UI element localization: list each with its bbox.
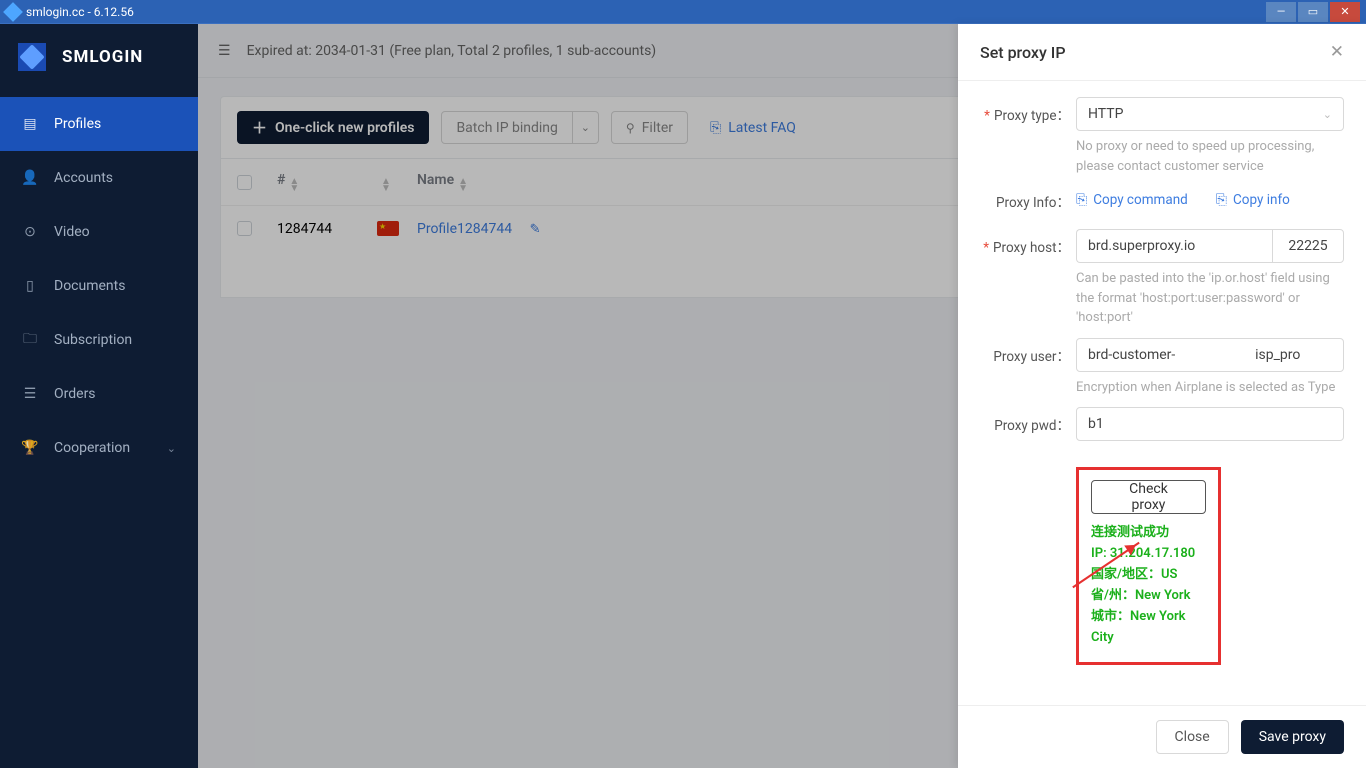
drawer-close-button[interactable]: ✕ — [1330, 42, 1344, 62]
proxy-type-select[interactable]: HTTP ⌄ — [1076, 97, 1344, 131]
proxy-host-label: Proxy host： — [993, 240, 1070, 256]
sidebar-item-label: Orders — [54, 386, 96, 402]
brand-name: SMLOGIN — [62, 47, 143, 67]
sidebar: SMLOGIN ▤ Profiles 👤 Accounts ⊙ Video ▯ … — [0, 24, 198, 768]
profiles-icon: ▤ — [22, 116, 38, 132]
sidebar-item-profiles[interactable]: ▤ Profiles — [0, 97, 198, 151]
copy-info-link[interactable]: ⎘Copy info — [1216, 188, 1290, 211]
logo: SMLOGIN — [0, 24, 198, 89]
proxy-host-input[interactable] — [1076, 229, 1272, 263]
proxy-pwd-label: Proxy pwd： — [994, 418, 1070, 434]
proxy-user-label: Proxy user： — [993, 349, 1070, 365]
check-proxy-result: Check proxy 连接测试成功 IP: 31.204.17.180 国家/… — [1076, 467, 1221, 665]
accounts-icon: 👤 — [22, 170, 38, 186]
copy-icon: ⎘ — [1076, 192, 1087, 208]
proxy-drawer: Set proxy IP ✕ *Proxy type： HTTP ⌄ No pr… — [958, 24, 1366, 768]
proxy-pwd-input[interactable] — [1076, 407, 1344, 441]
drawer-close-footer-button[interactable]: Close — [1156, 720, 1229, 754]
sidebar-item-label: Video — [54, 224, 90, 240]
chevron-down-icon: ⌄ — [167, 442, 176, 455]
copy-command-link[interactable]: ⎘Copy command — [1076, 188, 1188, 211]
save-proxy-button[interactable]: Save proxy — [1241, 720, 1344, 754]
drawer-title: Set proxy IP — [980, 43, 1066, 62]
subscription-icon: 🗀 — [22, 332, 38, 348]
proxy-info-label: Proxy Info： — [996, 195, 1070, 211]
proxy-port-input[interactable] — [1272, 229, 1344, 263]
chevron-down-icon: ⌄ — [1323, 108, 1332, 121]
documents-icon: ▯ — [22, 278, 38, 294]
sidebar-item-orders[interactable]: ☰ Orders — [0, 367, 198, 421]
sidebar-item-subscription[interactable]: 🗀 Subscription — [0, 313, 198, 367]
sidebar-item-video[interactable]: ⊙ Video — [0, 205, 198, 259]
sidebar-item-label: Profiles — [54, 116, 101, 132]
proxy-user-input[interactable] — [1076, 338, 1344, 372]
sidebar-item-label: Accounts — [54, 170, 113, 186]
video-icon: ⊙ — [22, 224, 38, 240]
sidebar-item-label: Cooperation — [54, 440, 130, 456]
proxy-host-hint: Can be pasted into the 'ip.or.host' fiel… — [1076, 269, 1344, 328]
app-favicon — [3, 2, 23, 22]
window-title: smlogin.cc - 6.12.56 — [26, 5, 1266, 19]
proxy-type-hint: No proxy or need to speed up processing,… — [1076, 137, 1344, 176]
orders-icon: ☰ — [22, 386, 38, 402]
titlebar: smlogin.cc - 6.12.56 — ▭ ✕ — [0, 0, 1366, 24]
sidebar-item-label: Documents — [54, 278, 125, 294]
sidebar-item-cooperation[interactable]: 🏆 Cooperation ⌄ — [0, 421, 198, 475]
proxy-user-hint: Encryption when Airplane is selected as … — [1076, 378, 1344, 398]
check-proxy-button[interactable]: Check proxy — [1091, 480, 1206, 514]
copy-icon: ⎘ — [1216, 192, 1227, 208]
proxy-type-label: Proxy type： — [994, 108, 1070, 124]
window-minimize-button[interactable]: — — [1266, 2, 1296, 22]
logo-mark — [18, 43, 46, 71]
sidebar-item-accounts[interactable]: 👤 Accounts — [0, 151, 198, 205]
sidebar-item-label: Subscription — [54, 332, 132, 348]
window-close-button[interactable]: ✕ — [1330, 2, 1360, 22]
window-maximize-button[interactable]: ▭ — [1298, 2, 1328, 22]
sidebar-item-documents[interactable]: ▯ Documents — [0, 259, 198, 313]
cooperation-icon: 🏆 — [22, 440, 38, 456]
